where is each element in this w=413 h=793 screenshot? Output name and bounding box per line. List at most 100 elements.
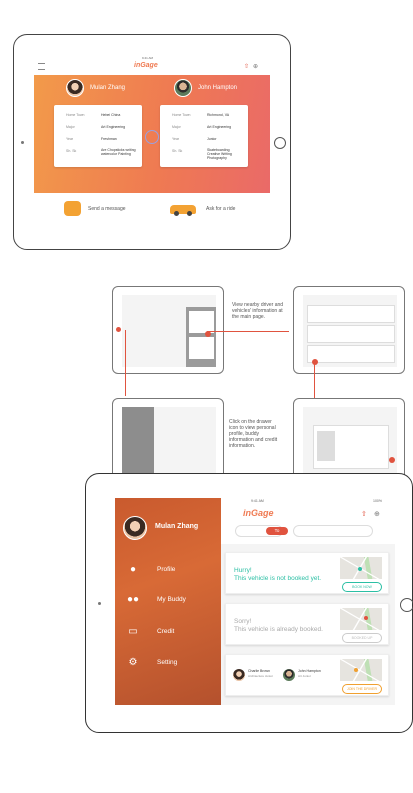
avatar — [174, 79, 192, 97]
vehicle-card-available[interactable]: Hurry! This vehicle is not booked yet. B… — [225, 552, 389, 594]
field-label: Sh. Sk — [66, 149, 77, 153]
map-pin-icon — [364, 616, 368, 620]
wireframe-profile — [293, 398, 405, 480]
nav-bar: 9:41 AM inGage ⇧ ⊕ — [34, 55, 270, 75]
field-label: Sh. Sk — [172, 149, 183, 153]
field-value: Junior — [207, 137, 217, 141]
field-value: Freshman — [101, 137, 117, 141]
field-label: Home Town — [172, 113, 191, 117]
mini-map — [340, 608, 382, 630]
camera-dot — [98, 602, 101, 605]
vehicle-card-booked[interactable]: Sorry! This vehicle is already booked. B… — [225, 603, 389, 645]
card-subtitle: This vehicle is not booked yet. — [234, 575, 322, 582]
left-user-name: Mulan Zhang — [90, 85, 126, 91]
drawer-item-label: Profile — [157, 566, 176, 573]
status-battery: 100% — [373, 499, 382, 503]
send-message-button[interactable]: Send a message — [64, 201, 144, 221]
person2-name: John Hampton — [298, 669, 321, 673]
field-label: Major — [66, 125, 75, 129]
field-value: Are Chopsticks writing watercolor Painti… — [101, 148, 136, 156]
field-value: Hebei China — [101, 113, 121, 117]
avatar — [232, 668, 246, 682]
hotspot-dot — [389, 457, 395, 463]
ask-ride-button[interactable]: Ask for a ride — [170, 201, 260, 221]
bottom-screen: 9:41 AM 100% inGage ⇧ ⊕ To Hurry! This v… — [115, 498, 395, 705]
camera-dot — [21, 141, 24, 144]
wireframe-map — [112, 286, 224, 374]
card-title: Hurry! — [234, 567, 252, 574]
car-icon — [170, 205, 196, 216]
field-label: Home Town — [66, 113, 85, 117]
to-label: To — [266, 527, 288, 535]
flow-note-1: View nearby driver and vehicles' informa… — [232, 302, 284, 320]
flow-arrow — [207, 331, 289, 332]
avatar — [66, 79, 84, 97]
hotspot-dot — [116, 327, 121, 332]
flow-arrow — [125, 330, 126, 396]
top-screen: 9:41 AM inGage ⇧ ⊕ Mulan Zhang John Hamp… — [34, 55, 270, 231]
ipad-frame-top: 9:41 AM inGage ⇧ ⊕ Mulan Zhang John Hamp… — [13, 34, 291, 250]
match-ring-icon — [145, 130, 159, 144]
right-user-name: John Hampton — [198, 85, 238, 91]
drawer-item-credit[interactable]: ▭ Credit — [115, 623, 219, 645]
ipad-frame-bottom: 9:41 AM 100% inGage ⇧ ⊕ To Hurry! This v… — [85, 473, 413, 733]
drawer-header: Mulan Zhang — [115, 512, 221, 548]
mini-map — [340, 659, 382, 681]
side-drawer: Mulan Zhang ● Profile ●● My Buddy ▭ Cred… — [115, 498, 221, 705]
share-icon[interactable]: ⇧ — [244, 63, 249, 70]
field-label: Major — [172, 125, 181, 129]
person2-detail: Art Junior — [298, 674, 311, 678]
right-user-card: Home Town Richmond, VA Major Art Enginee… — [160, 105, 248, 167]
field-value: Skateboarding Creative Writing Photograp… — [207, 148, 232, 160]
wireframe-list — [293, 286, 405, 374]
booked-up-button: BOOKED UP — [342, 633, 382, 643]
drawer-item-label: Setting — [157, 659, 178, 666]
app-logo: inGage — [243, 508, 274, 518]
map-pin-icon — [358, 567, 362, 571]
ask-ride-label: Ask for a ride — [206, 206, 236, 212]
chat-bubble-icon — [64, 201, 81, 216]
home-button[interactable] — [274, 137, 286, 149]
wireframe-map-screen — [122, 295, 216, 367]
field-value: Richmond, VA — [207, 113, 230, 117]
status-time: 9:41 AM — [251, 499, 264, 503]
drawer-item-my-buddy[interactable]: ●● My Buddy — [115, 591, 219, 613]
join-driver-button[interactable]: JOIN THE DRIVER — [342, 684, 382, 694]
drawer-user-name: Mulan Zhang — [155, 523, 199, 530]
status-time: 9:41 AM — [142, 56, 154, 60]
home-button[interactable] — [400, 598, 413, 612]
map-pin-icon — [354, 668, 358, 672]
field-value: Art Engineering — [207, 125, 232, 129]
gear-icon: ⚙ — [128, 657, 138, 668]
globe-icon[interactable]: ⊕ — [374, 510, 380, 518]
left-user-card: Home Town Hebei China Major Art Engineer… — [54, 105, 142, 167]
credit-card-icon: ▭ — [128, 626, 138, 637]
wireframe-profile-screen — [303, 407, 397, 475]
share-icon[interactable]: ⇧ — [361, 510, 367, 518]
flow-arrow — [314, 362, 315, 398]
avatar — [282, 668, 296, 682]
book-now-button[interactable]: BOOK NOW — [342, 582, 382, 592]
card-title: Sorry! — [234, 618, 252, 625]
hotspot-dot — [312, 359, 318, 365]
drawer-item-setting[interactable]: ⚙ Setting — [115, 654, 219, 676]
match-panel: Mulan Zhang John Hampton Home Town Hebei… — [34, 75, 270, 193]
flow-note-2: Click on the drawer icon to view persona… — [229, 419, 278, 449]
vehicle-card-join[interactable]: Charlie Brown Architecture Junior John H… — [225, 654, 389, 696]
card-subtitle: This vehicle is already booked. — [234, 626, 323, 633]
app-logo: inGage — [134, 62, 158, 69]
globe-icon[interactable]: ⊕ — [253, 63, 258, 70]
person1-name: Charlie Brown — [248, 669, 270, 673]
drawer-item-profile[interactable]: ● Profile — [115, 561, 219, 583]
field-value: Art Engineering — [101, 125, 126, 129]
person-icon: ● — [129, 564, 137, 575]
field-label: Year — [172, 137, 180, 141]
menu-icon[interactable] — [38, 63, 45, 70]
buddy-icon: ●● — [127, 594, 140, 605]
wireframe-drawer — [112, 398, 224, 480]
person1-detail: Architecture Junior — [248, 674, 274, 678]
wireframe-drawer-screen — [122, 407, 216, 475]
send-message-label: Send a message — [88, 206, 126, 212]
to-input[interactable] — [293, 525, 373, 537]
avatar — [123, 516, 147, 540]
